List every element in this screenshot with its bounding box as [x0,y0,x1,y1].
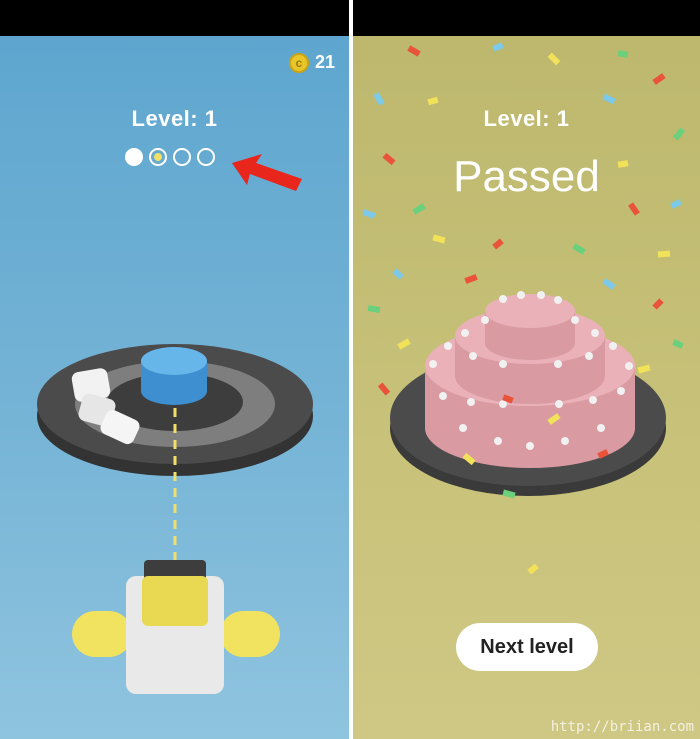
level-label: Level: 1 [131,106,218,131]
playing-scene [37,344,313,694]
level-progress [125,148,215,166]
game-screen-passed[interactable]: Level: 1 Passed Next level http://briian… [353,36,700,739]
launcher-right-arm [220,611,280,657]
progress-dot [125,148,143,166]
coin-icon: c [288,52,309,73]
watermark: http://briian.com [550,719,694,735]
next-level-button[interactable]: Next level [456,623,598,671]
coin-counter: c 21 [288,52,335,73]
coin-count: 21 [314,52,335,72]
cake-layer-bottom [141,377,207,405]
passed-status: Passed [453,152,600,201]
level-label: Level: 1 [483,106,570,131]
progress-dot [197,148,215,166]
game-screen-playing[interactable]: c 21 Level: 1 [0,36,349,739]
launcher-button [142,576,208,626]
progress-dot [149,148,167,166]
progress-dot [173,148,191,166]
cake-layer-top [141,347,207,375]
launcher-left-arm [72,611,132,657]
